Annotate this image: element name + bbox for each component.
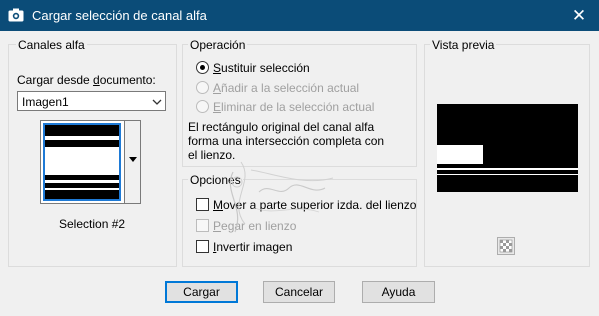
checkbox-move-top-left[interactable]: Mover a parte superior izda. del lienzo: [196, 198, 416, 212]
operation-description: El rectángulo original del canal alfa fo…: [188, 120, 385, 162]
radio-add-dot: [196, 81, 209, 94]
title-bar[interactable]: Cargar selección de canal alfa ✕: [0, 0, 599, 31]
preview-toggle-button[interactable]: [497, 237, 515, 255]
radio-remove-dot: [196, 100, 209, 113]
radio-remove-selection[interactable]: Eliminar de la selección actual: [196, 100, 406, 114]
radio-add-label: Añadir a la selección actual: [213, 81, 360, 95]
alpha-channel-name: Selection #2: [59, 217, 126, 231]
load-from-document-label: Cargar desde documento:: [17, 73, 156, 87]
help-button[interactable]: Ayuda: [362, 281, 435, 303]
checkbox-invert-image[interactable]: Invertir imagen: [196, 240, 316, 254]
alpha-channels-title: Canales alfa: [16, 38, 87, 52]
checkbox-paste-canvas[interactable]: Pegar en lienzo: [196, 219, 316, 233]
checkbox-move-top-left-label: Mover a parte superior izda. del lienzo: [213, 198, 417, 212]
alpha-channel-thumbnail: [43, 123, 121, 201]
preview-image: [437, 104, 578, 192]
load-button[interactable]: Cargar: [165, 281, 238, 303]
radio-add-selection[interactable]: Añadir a la selección actual: [196, 81, 396, 95]
dialog-window: Cargar selección de canal alfa ✕ Canales…: [0, 0, 599, 316]
checkbox-move-top-left-box: [196, 198, 209, 211]
checkbox-invert-image-label: Invertir imagen: [213, 240, 293, 254]
checkbox-invert-image-box: [196, 240, 209, 253]
operation-title: Operación: [188, 38, 248, 52]
document-select[interactable]: Imagen1: [17, 91, 166, 111]
checkbox-paste-canvas-label: Pegar en lienzo: [213, 219, 297, 233]
checkerboard-icon: [499, 239, 513, 253]
window-title: Cargar selección de canal alfa: [32, 8, 207, 23]
cancel-button[interactable]: Cancelar: [263, 281, 335, 303]
options-title: Opciones: [188, 173, 243, 187]
checkbox-paste-canvas-box: [196, 219, 209, 232]
chevron-down-icon: [152, 99, 162, 105]
alpha-channel-picker[interactable]: [40, 120, 141, 204]
triangle-down-icon: [129, 157, 137, 162]
alpha-channel-dropdown-button[interactable]: [124, 121, 140, 203]
radio-replace-selection[interactable]: Sustituir selección: [196, 61, 396, 75]
radio-replace-dot: [196, 61, 209, 74]
document-select-value: Imagen1: [22, 95, 69, 109]
radio-remove-label: Eliminar de la selección actual: [213, 100, 375, 114]
preview-title: Vista previa: [430, 38, 497, 52]
camera-icon: [8, 8, 24, 22]
close-icon[interactable]: ✕: [559, 0, 599, 31]
radio-replace-label: Sustituir selección: [213, 61, 310, 75]
